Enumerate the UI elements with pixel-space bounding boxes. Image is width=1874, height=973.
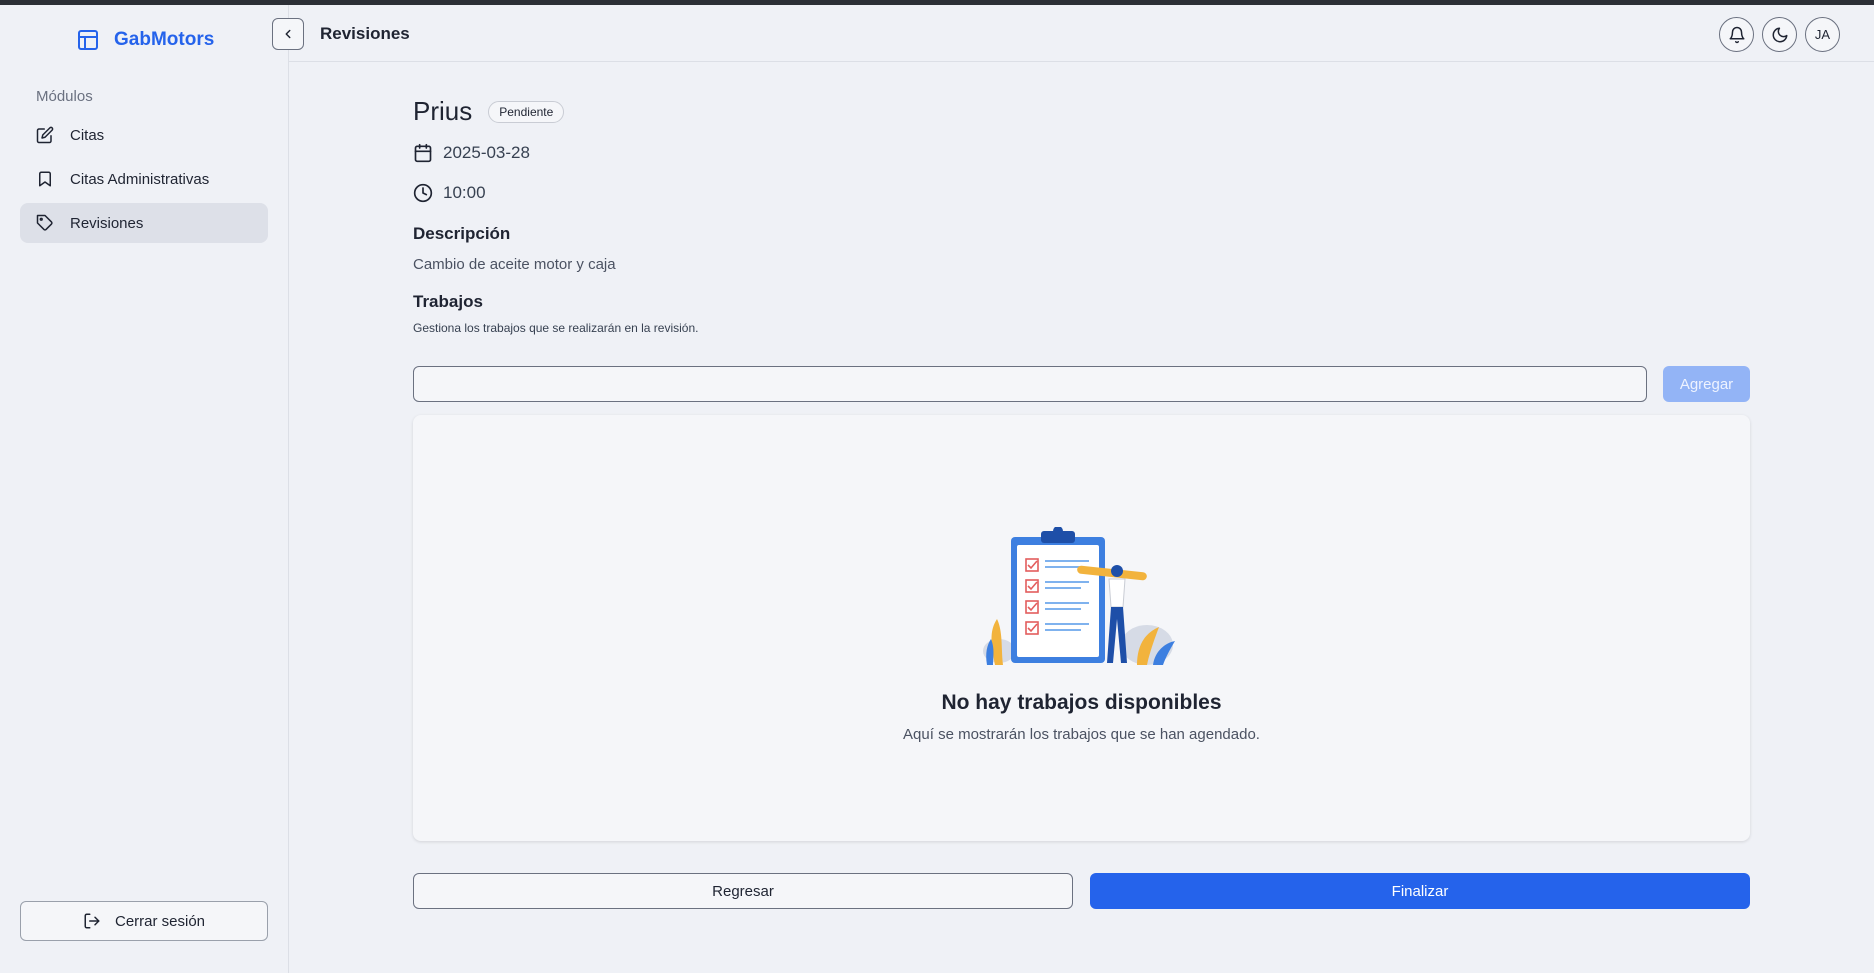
- theme-toggle-button[interactable]: [1762, 17, 1797, 52]
- finish-button[interactable]: Finalizar: [1090, 873, 1750, 909]
- theme-toggle-icon: [1772, 27, 1787, 42]
- chevron-left-icon: [285, 29, 291, 39]
- calendar-icon: [414, 143, 432, 163]
- collapse-sidebar-button[interactable]: [272, 18, 304, 50]
- back-button[interactable]: Regresar: [413, 873, 1073, 909]
- logout-button[interactable]: Cerrar sesión: [20, 901, 268, 941]
- vehicle-name: Prius: [413, 96, 473, 126]
- jobs-heading: Trabajos: [413, 292, 483, 311]
- jobs-empty-state: No hay trabajos disponibles Aquí se most…: [413, 415, 1750, 841]
- bookmark-icon: [39, 171, 51, 187]
- revision-time: 10:00: [443, 183, 486, 202]
- sidebar-item-label: Citas: [70, 126, 105, 144]
- user-avatar[interactable]: JA: [1805, 17, 1840, 52]
- date-row: 2025-03-28: [413, 143, 530, 163]
- checklist-illustration: [983, 527, 1175, 665]
- empty-state-title: No hay trabajos disponibles: [941, 691, 1222, 714]
- logout-icon: [84, 913, 100, 929]
- brand[interactable]: GabMotors: [76, 28, 214, 52]
- clock-icon: [413, 183, 433, 203]
- title-row: Prius Pendiente: [413, 96, 565, 127]
- job-input[interactable]: [413, 366, 1647, 402]
- description-heading: Descripción: [413, 224, 511, 243]
- time-row: 10:00: [413, 183, 486, 203]
- sidebar-item-label: Citas Administrativas: [70, 170, 210, 188]
- sidebar-item-revisiones[interactable]: Revisiones: [20, 203, 268, 243]
- sidebar-nav: Citas Citas Administrativas Revisiones: [20, 115, 268, 247]
- brand-name: GabMotors: [114, 29, 215, 50]
- sidebar-item-label: Revisiones: [70, 214, 144, 232]
- sidebar-item-citas-administrativas[interactable]: Citas Administrativas: [20, 159, 268, 199]
- revision-date: 2025-03-28: [443, 143, 530, 162]
- edit-icon: [36, 126, 54, 144]
- layout-icon: [78, 30, 98, 50]
- add-job-button[interactable]: Agregar: [1663, 366, 1750, 402]
- jobs-subtitle: Gestiona los trabajos que se realizarán …: [413, 321, 699, 335]
- empty-state-subtitle: Aquí se mostrarán los trabajos que se ha…: [903, 726, 1260, 743]
- description-text: Cambio de aceite motor y caja: [413, 256, 616, 273]
- page-title: Revisiones: [320, 24, 410, 43]
- modules-section-label: Módulos: [36, 88, 93, 105]
- notifications-button[interactable]: [1719, 17, 1754, 52]
- logout-label: Cerrar sesión: [114, 912, 206, 930]
- tag-icon: [36, 214, 53, 231]
- bell-icon: [1729, 26, 1744, 43]
- header-actions: JA: [1719, 17, 1840, 52]
- header: Revisiones JA: [272, 5, 1874, 62]
- sidebar-item-citas[interactable]: Citas: [20, 115, 268, 155]
- status-badge: Pendiente: [488, 100, 565, 123]
- sidebar: GabMotors Módulos Citas Citas Administra…: [0, 5, 289, 973]
